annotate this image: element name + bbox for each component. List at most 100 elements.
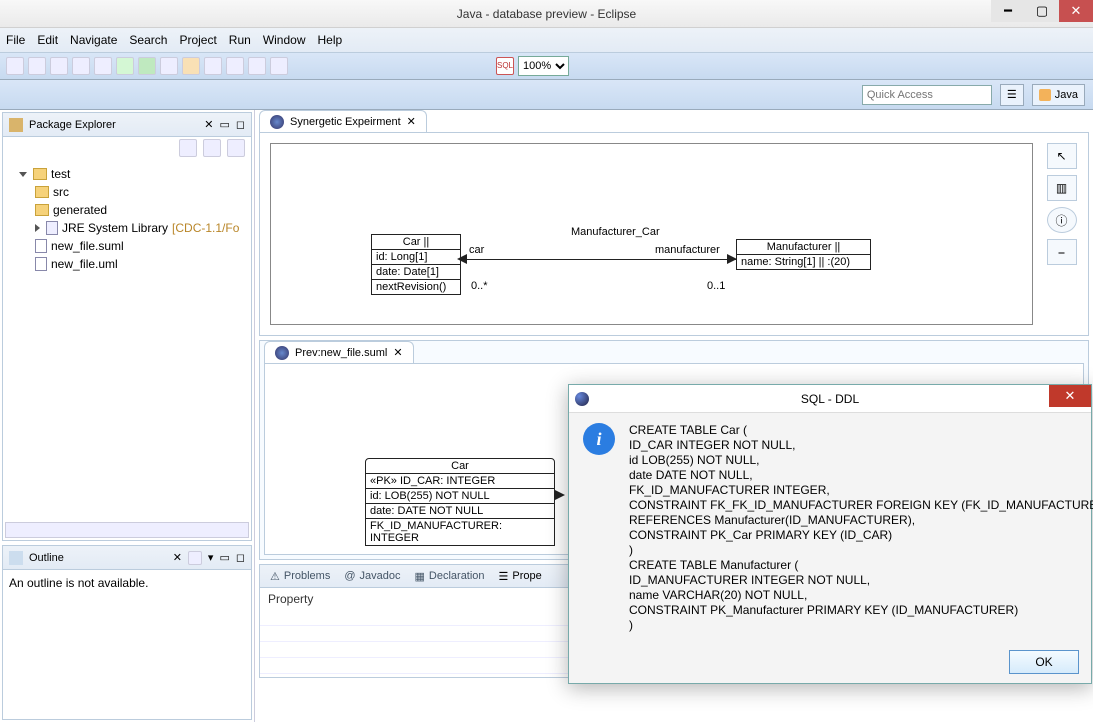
menu-navigate[interactable]: Navigate [70,33,117,47]
uml-table-car[interactable]: Car «PK» ID_CAR: INTEGER id: LOB(255) NO… [365,458,555,546]
save-icon[interactable] [28,57,46,75]
editor-tab-synergetic[interactable]: Synergetic Expeirment ✕ [259,110,427,132]
collapse-all-icon[interactable] [179,139,197,157]
java-perspective-button[interactable]: Java [1032,84,1085,106]
folder-icon [35,186,49,198]
uml-col: date: DATE NOT NULL [366,504,554,519]
diagram-editor-body[interactable]: Car || id: Long[1] date: Date[1] nextRev… [259,132,1089,336]
palette-class-icon[interactable]: ⓘ [1047,207,1077,233]
dialog-close-button[interactable]: ✕ [1049,385,1091,407]
coverage-icon[interactable] [160,57,178,75]
horizontal-scrollbar[interactable] [5,522,249,538]
uml-class-manufacturer-name: Manufacturer || [737,240,870,255]
zoom-select[interactable]: 100% [518,56,569,76]
new-package-icon[interactable] [182,57,200,75]
outline-toolbar-icon[interactable] [188,551,202,565]
view-menu-icon[interactable]: ▾ [208,551,214,564]
tree-project[interactable]: test [51,167,70,181]
uml-col: id: LOB(255) NOT NULL [366,489,554,504]
new-icon[interactable] [6,57,24,75]
new-class-icon[interactable] [204,57,222,75]
file-icon [35,257,47,271]
uml-class-car[interactable]: Car || id: Long[1] date: Date[1] nextRev… [371,234,461,295]
outline-message: An outline is not available. [3,570,251,596]
tree-item-jre[interactable]: JRE System Library [62,221,168,235]
problems-icon: ⚠ [270,570,280,583]
run-icon[interactable] [138,57,156,75]
uml-role-left: car [469,244,484,256]
tree-item-generated[interactable]: generated [53,203,107,217]
package-explorer-tree[interactable]: test src generated JRE System Library [C… [3,159,251,520]
build-icon[interactable] [94,57,112,75]
uml-mult-right: 0..1 [707,280,725,292]
tree-item-jre-decor: [CDC-1.1/Fo [172,221,239,235]
uml-op: nextRevision() [372,280,460,294]
open-task-icon[interactable] [248,57,266,75]
view-close-icon[interactable]: ✕ [204,118,213,131]
tab-properties[interactable]: ☰Prope [499,570,542,583]
uml-association-line[interactable] [461,259,736,260]
properties-icon: ☰ [499,570,509,583]
palette-association-icon[interactable]: ⎯ [1047,239,1077,265]
window-close-button[interactable]: ✕ [1059,0,1093,22]
tab-declaration[interactable]: ▦Declaration [415,570,485,583]
main-toolbar: SQL 100% [0,52,1093,80]
debug-icon[interactable] [116,57,134,75]
uml-class-car-name: Car || [372,235,460,250]
search-icon[interactable] [270,57,288,75]
outline-icon [9,551,23,565]
tab-problems[interactable]: ⚠Problems [270,570,330,583]
print-icon[interactable] [72,57,90,75]
window-maximize-button[interactable]: ▢ [1025,0,1059,22]
quick-access-input[interactable] [862,85,992,105]
palette-select-icon[interactable]: ↖ [1047,143,1077,169]
arrow-left-icon [457,254,467,264]
ok-button[interactable]: OK [1009,650,1079,674]
menu-window[interactable]: Window [263,33,306,47]
palette-marquee-icon[interactable]: ▥ [1047,175,1077,201]
package-explorer-title: Package Explorer [29,119,198,131]
menu-search[interactable]: Search [129,33,167,47]
editor-tab-close-icon[interactable]: ✕ [393,346,402,359]
window-title: Java - database preview - Eclipse [457,7,636,21]
dialog-titlebar[interactable]: SQL - DDL ✕ [569,385,1091,413]
tree-item-suml[interactable]: new_file.suml [51,239,124,253]
menubar: File Edit Navigate Search Project Run Wi… [0,28,1093,52]
diagram-canvas[interactable]: Car || id: Long[1] date: Date[1] nextRev… [270,143,1033,325]
editor-tab-icon [270,115,284,129]
view-maximize-icon[interactable]: ◻ [236,118,245,131]
tree-item-uml[interactable]: new_file.uml [51,257,118,271]
window-minimize-button[interactable]: ━ [991,0,1025,22]
sql-icon[interactable]: SQL [496,57,514,75]
editor-tab-close-icon[interactable]: ✕ [407,115,416,128]
menu-edit[interactable]: Edit [37,33,58,47]
uml-attr: id: Long[1] [372,250,460,265]
view-close-icon[interactable]: ✕ [173,551,182,564]
eclipse-icon [575,392,589,406]
editor-tab-preview[interactable]: Prev:new_file.suml ✕ [264,341,414,363]
dialog-title: SQL - DDL [801,392,859,406]
menu-help[interactable]: Help [318,33,343,47]
java-perspective-icon [1039,89,1051,101]
view-minimize-icon[interactable]: ▭ [219,551,229,564]
link-editor-icon[interactable] [203,139,221,157]
tab-javadoc[interactable]: @Javadoc [344,570,400,582]
open-type-icon[interactable] [226,57,244,75]
quick-access-bar: ☰ Java [0,80,1093,110]
menu-run[interactable]: Run [229,33,251,47]
view-menu-icon[interactable] [227,139,245,157]
uml-col: FK_ID_MANUFACTURER: INTEGER [366,519,554,545]
info-icon: i [583,423,615,455]
uml-class-manufacturer[interactable]: Manufacturer || name: String[1] || :(20) [736,239,871,270]
declaration-icon: ▦ [415,570,425,583]
view-minimize-icon[interactable]: ▭ [219,118,229,131]
editor-palette: ↖ ▥ ⓘ ⎯ [1039,143,1084,265]
tree-item-src[interactable]: src [53,185,69,199]
save-all-icon[interactable] [50,57,68,75]
menu-project[interactable]: Project [179,33,216,47]
open-perspective-button[interactable]: ☰ [1000,84,1024,106]
sql-ddl-dialog: SQL - DDL ✕ i CREATE TABLE Car ( ID_CAR … [568,384,1092,684]
menu-file[interactable]: File [6,33,25,47]
arrow-right-icon [555,490,565,500]
view-maximize-icon[interactable]: ◻ [236,551,245,564]
